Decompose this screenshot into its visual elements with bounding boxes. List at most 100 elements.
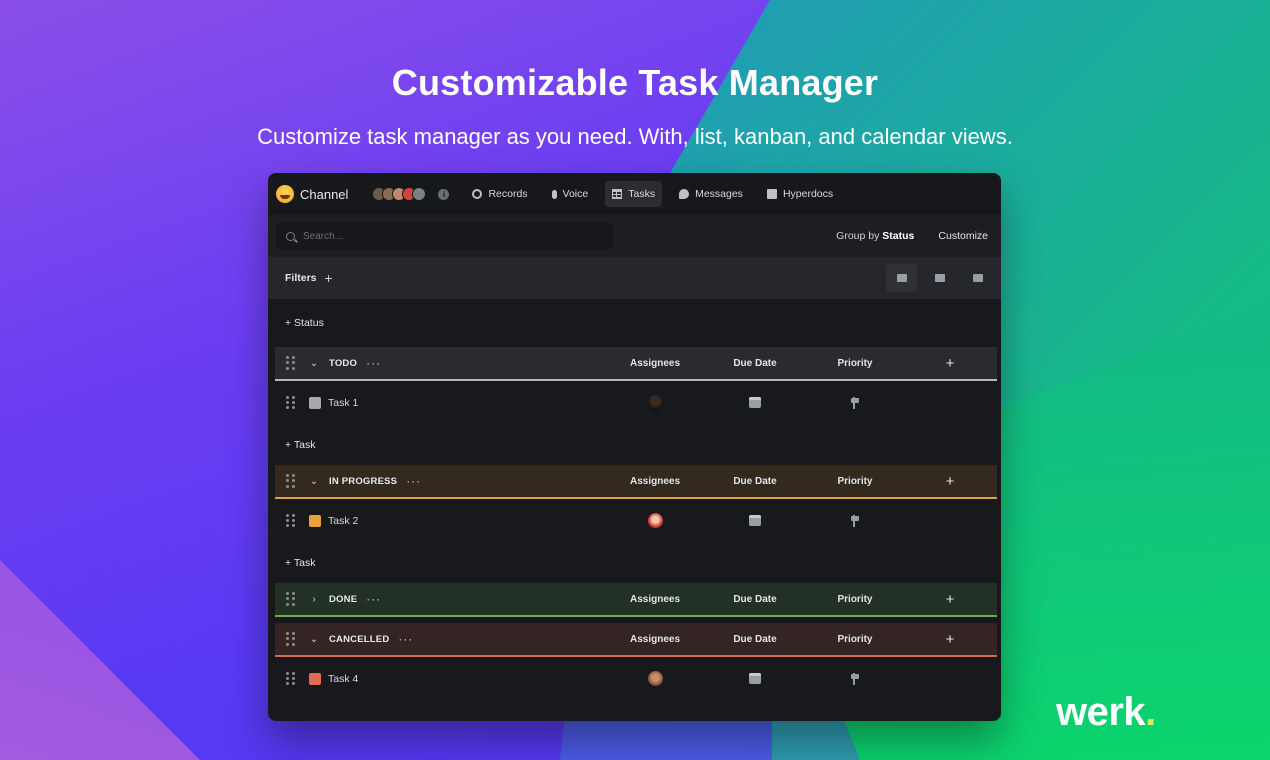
tab-label: Voice [562, 188, 589, 200]
column-due-date: Due Date [733, 357, 777, 369]
info-icon[interactable]: i [438, 188, 450, 200]
task-name[interactable]: Task 1 [328, 397, 358, 409]
avatar [647, 395, 663, 410]
group-header-done: › DONE ··· Assignees Due Date Priority + [275, 583, 997, 617]
assignee-cell[interactable] [615, 671, 695, 686]
task-list: + Status ⌄ TODO ··· Assignees Due Date P… [268, 299, 1001, 700]
add-status-button[interactable]: + Status [275, 299, 997, 347]
task-row[interactable]: Task 2 [275, 499, 997, 542]
task-status-checkbox[interactable] [309, 514, 321, 527]
brand-logo: werk. [1056, 690, 1156, 734]
column-priority: Priority [837, 633, 873, 645]
group-by-label: Group by [836, 230, 880, 242]
assignee-cell[interactable] [615, 513, 695, 528]
tab-label: Tasks [628, 188, 656, 200]
calendar-view-button[interactable] [962, 264, 993, 292]
group-by-value: Status [882, 230, 915, 242]
column-assignees: Assignees [629, 357, 681, 369]
more-options-icon[interactable]: ··· [366, 593, 381, 605]
due-date-cell[interactable] [715, 673, 795, 684]
tab-label: Messages [695, 188, 743, 200]
channel-header[interactable]: Channel [276, 185, 348, 203]
list-view-icon [896, 274, 907, 282]
column-assignees: Assignees [629, 475, 681, 487]
chevron-right-icon[interactable]: › [309, 594, 319, 605]
task-row[interactable]: Task 1 [275, 381, 997, 424]
assignee-cell[interactable] [615, 395, 695, 410]
filters-button[interactable]: Filters [285, 272, 317, 284]
column-due-date: Due Date [733, 593, 777, 605]
calendar-view-icon [972, 274, 983, 282]
add-column-button[interactable]: + [940, 355, 960, 372]
drag-handle-icon[interactable] [286, 513, 295, 528]
add-task-button[interactable]: + Task [275, 542, 997, 583]
table-view-button[interactable] [924, 264, 955, 292]
drag-handle-icon[interactable] [286, 592, 295, 606]
column-priority: Priority [837, 593, 873, 605]
customize-button[interactable]: Customize [938, 230, 988, 242]
flag-icon [851, 396, 859, 409]
drag-handle-icon[interactable] [286, 395, 295, 410]
search-input[interactable] [303, 230, 583, 242]
priority-cell[interactable] [815, 672, 895, 685]
priority-cell[interactable] [815, 514, 895, 527]
tab-label: Hyperdocs [782, 188, 834, 200]
flag-icon [851, 672, 859, 685]
avatar [647, 513, 663, 528]
task-row[interactable]: Task 4 [275, 657, 997, 700]
tab-label: Records [488, 188, 528, 200]
member-avatars[interactable] [372, 187, 427, 201]
add-column-button[interactable]: + [940, 473, 960, 490]
tab-hyperdocs[interactable]: Hyperdocs [760, 181, 840, 207]
chevron-down-icon[interactable]: ⌄ [309, 358, 319, 369]
column-assignees: Assignees [629, 633, 681, 645]
drag-handle-icon[interactable] [286, 632, 295, 646]
table-icon [612, 189, 623, 199]
add-task-button[interactable]: + Task [275, 424, 997, 465]
search-box[interactable] [276, 222, 613, 250]
task-status-checkbox[interactable] [309, 396, 321, 409]
tab-voice[interactable]: Voice [545, 181, 596, 207]
calendar-icon [749, 515, 761, 526]
drag-handle-icon[interactable] [286, 671, 295, 686]
priority-cell[interactable] [815, 396, 895, 409]
filter-row: Filters + [268, 257, 1001, 299]
view-switcher [886, 264, 993, 292]
task-name[interactable]: Task 2 [328, 515, 358, 527]
top-bar: Channel i Records Voice Tasks Messages H… [268, 173, 1001, 215]
tab-tasks[interactable]: Tasks [605, 181, 663, 207]
add-column-button[interactable]: + [940, 631, 960, 648]
column-due-date: Due Date [733, 633, 777, 645]
group-name: IN PROGRESS [329, 475, 398, 487]
hero-subtitle: Customize task manager as you need. With… [257, 124, 1013, 149]
more-options-icon[interactable]: ··· [406, 475, 421, 487]
chevron-down-icon[interactable]: ⌄ [309, 476, 319, 487]
group-name: CANCELLED [329, 633, 390, 645]
drag-handle-icon[interactable] [286, 356, 295, 370]
search-row: Group by Status Customize [268, 215, 1001, 257]
more-options-icon[interactable]: ··· [398, 633, 413, 645]
column-priority: Priority [837, 475, 873, 487]
due-date-cell[interactable] [715, 397, 795, 408]
document-icon [766, 189, 777, 199]
grinning-face-icon [276, 185, 294, 203]
group-header-in-progress: ⌄ IN PROGRESS ··· Assignees Due Date Pri… [275, 465, 997, 499]
table-view-icon [934, 274, 945, 282]
group-by-button[interactable]: Group by Status [836, 230, 914, 242]
chevron-down-icon[interactable]: ⌄ [309, 634, 319, 645]
avatar [412, 187, 427, 201]
drag-handle-icon[interactable] [286, 474, 295, 488]
hero-title: Customizable Task Manager [391, 62, 879, 103]
add-filter-button[interactable]: + [325, 270, 333, 286]
list-view-button[interactable] [886, 264, 917, 292]
due-date-cell[interactable] [715, 515, 795, 526]
add-column-button[interactable]: + [940, 591, 960, 608]
task-status-checkbox[interactable] [309, 672, 321, 685]
column-due-date: Due Date [733, 475, 777, 487]
task-name[interactable]: Task 4 [328, 673, 358, 685]
tab-records[interactable]: Records [465, 181, 534, 207]
microphone-icon [551, 189, 557, 199]
flag-icon [851, 514, 859, 527]
more-options-icon[interactable]: ··· [366, 357, 381, 369]
tab-messages[interactable]: Messages [672, 181, 750, 207]
